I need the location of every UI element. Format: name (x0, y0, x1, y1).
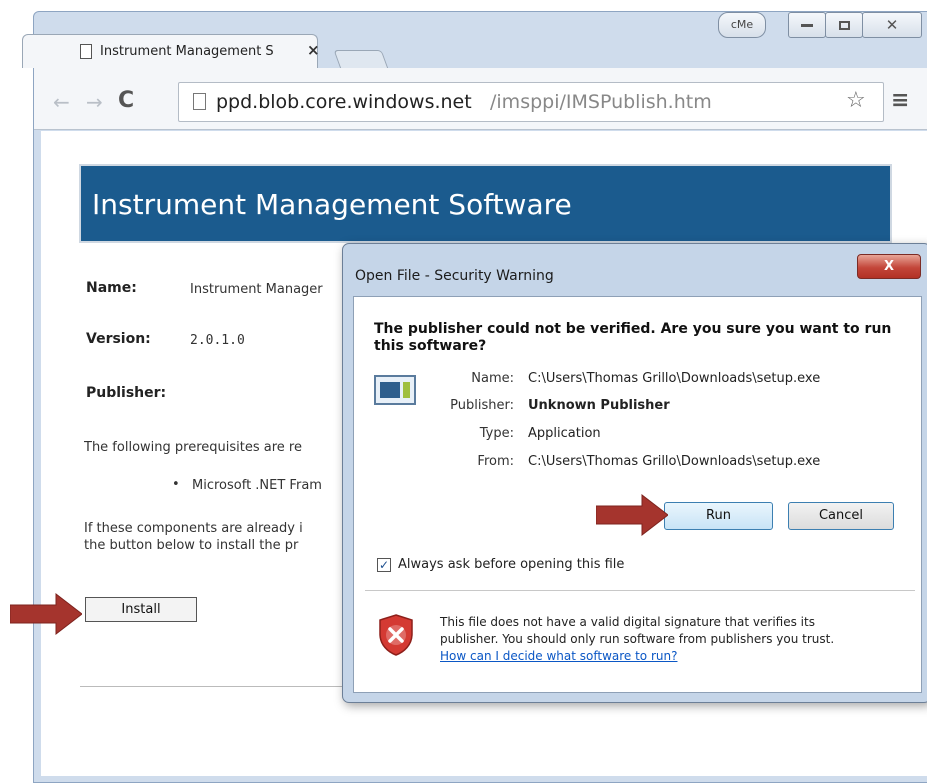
prereq-text: The following prerequisites are re (84, 440, 302, 455)
dialog-from-label: From: (477, 454, 514, 469)
warning-text-2: publisher. You should only run software … (440, 632, 835, 646)
dialog-separator (365, 590, 915, 591)
dialog-question: The publisher could not be verified. Are… (374, 321, 892, 354)
window-badge[interactable]: cMe (718, 12, 766, 38)
forward-icon[interactable]: → (86, 90, 103, 114)
shield-warning-icon (379, 614, 413, 656)
version-value: 2.0.1.0 (190, 333, 245, 348)
minimize-button[interactable] (788, 12, 826, 38)
arrow-to-install-icon (10, 592, 82, 636)
page-banner: Instrument Management Software (79, 164, 892, 243)
reload-icon[interactable]: C (118, 88, 134, 113)
divider (80, 686, 342, 687)
always-ask-checkbox[interactable]: ✓ (377, 558, 391, 572)
dialog-name-value: C:\Users\Thomas Grillo\Downloads\setup.e… (528, 371, 821, 386)
tab-title: Instrument Management S (100, 44, 274, 59)
maximize-icon (838, 21, 850, 30)
help-link[interactable]: How can I decide what software to run? (440, 649, 677, 663)
new-tab-button[interactable] (333, 50, 389, 69)
menu-icon[interactable]: ≡ (891, 88, 909, 113)
version-label: Version: (86, 331, 151, 347)
prereq-item: Microsoft .NET Fram (192, 478, 322, 493)
always-ask-label[interactable]: Always ask before opening this file (398, 557, 624, 572)
cancel-button[interactable]: Cancel (788, 502, 894, 530)
name-value: Instrument Manager (190, 282, 323, 297)
dialog-type-label: Type: (479, 426, 514, 441)
bookmark-star-icon[interactable]: ☆ (846, 88, 866, 113)
dialog-title: Open File - Security Warning (355, 268, 554, 284)
back-icon[interactable]: ← (53, 90, 70, 114)
minimize-icon (801, 24, 813, 27)
page-title: Instrument Management Software (92, 188, 572, 221)
tab-close-icon[interactable]: × (307, 41, 320, 59)
info-line-2: the button below to install the pr (84, 538, 299, 553)
maximize-button[interactable] (825, 12, 863, 38)
dialog-type-value: Application (528, 426, 601, 441)
dialog-publisher-value: Unknown Publisher (528, 398, 670, 413)
window-close-button[interactable]: ✕ (862, 12, 922, 38)
dialog-publisher-label: Publisher: (450, 398, 514, 413)
warning-text-1: This file does not have a valid digital … (440, 615, 815, 629)
prereq-bullet: • (172, 477, 180, 492)
arrow-to-run-icon (596, 493, 668, 537)
dialog-close-button[interactable]: X (857, 254, 921, 279)
page-icon (80, 44, 92, 59)
publisher-label: Publisher: (86, 385, 167, 401)
run-button[interactable]: Run (664, 502, 773, 530)
close-icon: ✕ (885, 16, 899, 34)
dialog-name-label: Name: (471, 371, 514, 386)
page-icon (193, 93, 206, 110)
info-line-1: If these components are already i (84, 521, 303, 536)
name-label: Name: (86, 280, 137, 296)
install-button[interactable]: Install (85, 597, 197, 622)
dialog-from-value: C:\Users\Thomas Grillo\Downloads\setup.e… (528, 454, 821, 469)
url-host: ppd.blob.core.windows.net (216, 91, 472, 113)
url-path: /imsppi/IMSPublish.htm (490, 91, 712, 113)
